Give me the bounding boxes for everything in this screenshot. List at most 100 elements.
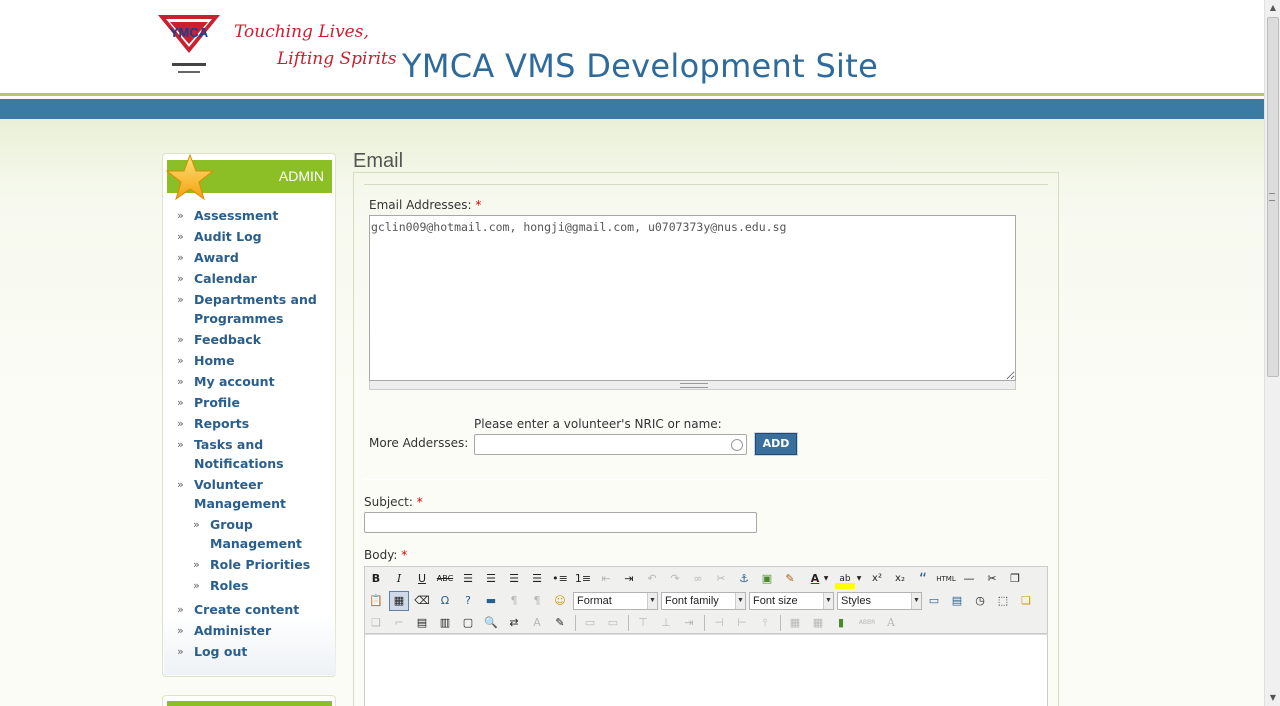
paste-word-icon[interactable]: ▥ <box>435 613 455 633</box>
menu-item-tasks[interactable]: » Tasks and Notifications <box>177 435 327 473</box>
menu-item-roles[interactable]: » Roles <box>193 576 313 595</box>
site-name[interactable]: YMCA VMS Development Site <box>402 47 878 85</box>
menu-item-role-priorities[interactable]: » Role Priorities <box>193 555 313 574</box>
special-char-icon[interactable]: Ω <box>435 591 455 611</box>
delete-col-icon[interactable]: ⫯ <box>755 613 775 633</box>
align-center-icon[interactable]: ☰ <box>481 569 501 589</box>
scroll-up-icon[interactable]: ▲ <box>1265 0 1280 16</box>
insert-line-icon[interactable]: ▬ <box>481 591 501 611</box>
subscript-icon[interactable]: x₂ <box>890 569 910 589</box>
menu-item-assessment[interactable]: » Assessment <box>177 206 327 225</box>
layer-icon[interactable]: ❏ <box>1016 591 1036 611</box>
volunteer-search-input[interactable] <box>474 434 747 455</box>
insert-row-before-icon[interactable]: ⊤ <box>633 613 653 633</box>
insert-time-icon[interactable]: ◷ <box>970 591 990 611</box>
sidebar-title: ADMIN <box>278 168 324 184</box>
ymca-logo[interactable]: YMCA <box>158 15 220 77</box>
rtl-icon[interactable]: ¶ <box>527 591 547 611</box>
editor-body[interactable] <box>364 634 1048 706</box>
menu-item-group-management[interactable]: » Group Management <box>193 515 313 553</box>
table-icon[interactable]: ▦ <box>389 591 409 611</box>
menu-item-reports[interactable]: » Reports <box>177 414 327 433</box>
menu-item-administer[interactable]: » Administer <box>177 621 327 640</box>
format-select[interactable]: Format ▼ <box>573 592 658 610</box>
help-icon[interactable]: ? <box>458 591 478 611</box>
insert-date-icon[interactable]: ▤ <box>947 591 967 611</box>
email-addresses-label: Email Addresses: * <box>369 198 482 212</box>
textarea-resize-grip[interactable] <box>369 381 1016 390</box>
preview-icon[interactable]: ▭ <box>924 591 944 611</box>
delete-row-icon[interactable]: ⇥ <box>679 613 699 633</box>
row-props-icon[interactable]: ▭ <box>580 613 600 633</box>
add-button[interactable]: ADD <box>754 432 798 456</box>
insert-col-before-icon[interactable]: ⊣ <box>709 613 729 633</box>
edit-attributes-icon[interactable]: ✎ <box>550 613 570 633</box>
italic-icon[interactable]: I <box>389 569 409 589</box>
html-icon[interactable]: HTML <box>935 569 957 589</box>
insert-col-after-icon[interactable]: ⊢ <box>732 613 752 633</box>
link-icon[interactable]: ∞ <box>688 569 708 589</box>
scroll-down-icon[interactable]: ▼ <box>1265 690 1280 706</box>
email-addresses-textarea[interactable]: gclin009@hotmail.com, hongji@gmail.com, … <box>369 215 1016 381</box>
image-icon[interactable]: ▣ <box>757 569 777 589</box>
insert-row-after-icon[interactable]: ⊥ <box>656 613 676 633</box>
font-family-select[interactable]: Font family ▼ <box>661 592 746 610</box>
superscript-icon[interactable]: x² <box>867 569 887 589</box>
menu-item-volunteer-management[interactable]: » Volunteer Management <box>177 475 327 513</box>
cleanup-icon[interactable]: ✎ <box>780 569 800 589</box>
horizontal-rule-icon[interactable]: — <box>959 569 979 589</box>
menu-item-calendar[interactable]: » Calendar <box>177 269 327 288</box>
font-size-select[interactable]: Font size ▼ <box>749 592 834 610</box>
visual-aid-icon[interactable]: ⬚ <box>993 591 1013 611</box>
menu-item-log-out[interactable]: » Log out <box>177 642 327 661</box>
underline-icon[interactable]: U <box>412 569 432 589</box>
justify-icon[interactable]: ☰ <box>527 569 547 589</box>
menu-item-create-content[interactable]: » Create content <box>177 600 327 619</box>
menu-item-home[interactable]: » Home <box>177 351 327 370</box>
menu-item-profile[interactable]: » Profile <box>177 393 327 412</box>
paste-icon[interactable]: 📋 <box>366 591 386 611</box>
menu-item-feedback[interactable]: » Feedback <box>177 330 327 349</box>
absolute-icon[interactable]: ⌐ <box>389 613 409 633</box>
merge-cells-icon[interactable]: ▦ <box>808 613 828 633</box>
outdent-icon[interactable]: ⇤ <box>596 569 616 589</box>
subject-input[interactable] <box>364 512 757 533</box>
unlink-icon[interactable]: ✂ <box>711 569 731 589</box>
select-all-icon[interactable]: ▢ <box>458 613 478 633</box>
bullet-list-icon[interactable]: •≡ <box>550 569 570 589</box>
paste-text-icon[interactable]: ▤ <box>412 613 432 633</box>
replace-icon[interactable]: ⇄ <box>504 613 524 633</box>
align-left-icon[interactable]: ☰ <box>458 569 478 589</box>
redo-icon[interactable]: ↷ <box>665 569 685 589</box>
eraser-icon[interactable]: ⌫ <box>412 591 432 611</box>
highlight-dropdown-icon[interactable]: ▼ <box>855 569 863 589</box>
acronym-icon[interactable]: A <box>881 613 901 633</box>
ltr-icon[interactable]: ¶ <box>504 591 524 611</box>
style-props-icon[interactable]: A <box>527 613 547 633</box>
indent-icon[interactable]: ⇥ <box>619 569 639 589</box>
numbered-list-icon[interactable]: 1≡ <box>573 569 593 589</box>
menu-item-award[interactable]: » Award <box>177 248 327 267</box>
vertical-scrollbar[interactable]: ▲ ▼ <box>1264 0 1280 706</box>
menu-item-audit-log[interactable]: » Audit Log <box>177 227 327 246</box>
insert-layer-icon[interactable]: ❏ <box>366 613 386 633</box>
cell-props-icon[interactable]: ▭ <box>603 613 623 633</box>
blockquote-icon[interactable]: “ <box>913 569 933 589</box>
copy-icon[interactable]: ❐ <box>1005 569 1025 589</box>
highlight-icon[interactable]: ab <box>835 569 855 589</box>
undo-icon[interactable]: ↶ <box>642 569 662 589</box>
menu-item-my-account[interactable]: » My account <box>177 372 327 391</box>
search-icon[interactable]: 🔍 <box>481 613 501 633</box>
media-icon[interactable]: ▮ <box>831 613 851 633</box>
abbr-icon[interactable]: ABBR <box>855 613 879 633</box>
anchor-icon[interactable]: ⚓ <box>734 569 754 589</box>
cut-icon[interactable]: ✂ <box>982 569 1002 589</box>
align-right-icon[interactable]: ☰ <box>504 569 524 589</box>
emoticon-icon[interactable]: ☺ <box>550 591 570 611</box>
split-cells-icon[interactable]: ▦ <box>785 613 805 633</box>
styles-select[interactable]: Styles ▼ <box>837 592 922 610</box>
menu-item-departments[interactable]: » Departments and Programmes <box>177 290 327 328</box>
strikethrough-icon[interactable]: ABC <box>435 569 455 589</box>
bold-icon[interactable]: B <box>366 569 386 589</box>
font-color-dropdown-icon[interactable]: ▼ <box>822 569 830 589</box>
